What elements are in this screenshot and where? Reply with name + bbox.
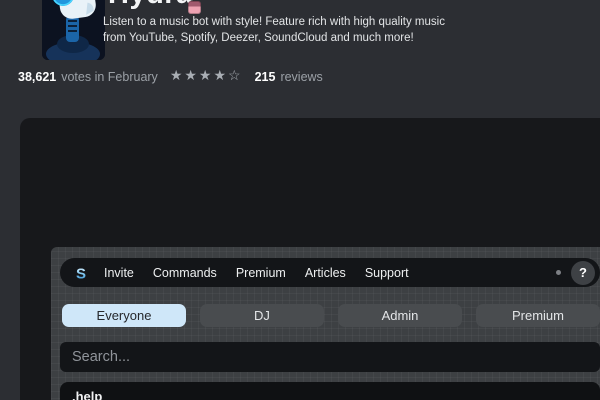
tab-everyone[interactable]: Everyone	[62, 304, 186, 327]
tab-dj[interactable]: DJ	[200, 304, 324, 327]
tab-admin[interactable]: Admin	[338, 304, 462, 327]
bot-description: Listen to a music bot with style! Featur…	[103, 15, 461, 46]
tab-premium[interactable]: Premium	[476, 304, 600, 327]
votes-label: votes in February	[61, 70, 158, 84]
nav-item-commands[interactable]: Commands	[153, 266, 217, 280]
nav-item-articles[interactable]: Articles	[305, 266, 346, 280]
reviews-label: reviews	[280, 70, 322, 84]
widget-frame: S Invite Commands Premium Articles Suppo…	[20, 118, 600, 400]
command-name: .help	[72, 389, 590, 400]
nav-item-premium[interactable]: Premium	[236, 266, 286, 280]
bot-avatar	[42, 0, 105, 60]
votes-count: 38,621	[18, 70, 56, 84]
search-input[interactable]	[60, 342, 600, 372]
nav-item-invite[interactable]: Invite	[104, 266, 134, 280]
permission-tabs: Everyone DJ Admin Premium	[62, 304, 600, 327]
hydra-logo-icon[interactable]: S	[72, 264, 90, 282]
command-card-help: .help Shows the help menu. Aliases: h	[60, 382, 600, 400]
status-dot-icon	[556, 270, 561, 275]
robot-dj-avatar-icon	[42, 0, 105, 60]
bot-badge-icon	[188, 1, 201, 14]
stats-row: 38,621 votes in February ★★★★☆ 215 revie…	[18, 68, 323, 85]
star-rating-icon: ★★★★☆	[170, 67, 243, 84]
reviews-count: 215	[255, 70, 276, 84]
svg-text:S: S	[76, 265, 86, 282]
nav-item-support[interactable]: Support	[365, 266, 409, 280]
widget-navbar: S Invite Commands Premium Articles Suppo…	[60, 258, 600, 287]
bot-listing-page: Hydra Listen to a music bot with style! …	[0, 0, 600, 400]
commands-widget: S Invite Commands Premium Articles Suppo…	[51, 247, 600, 400]
help-button[interactable]: ?	[571, 261, 595, 285]
bot-title: Hydra	[108, 0, 193, 9]
